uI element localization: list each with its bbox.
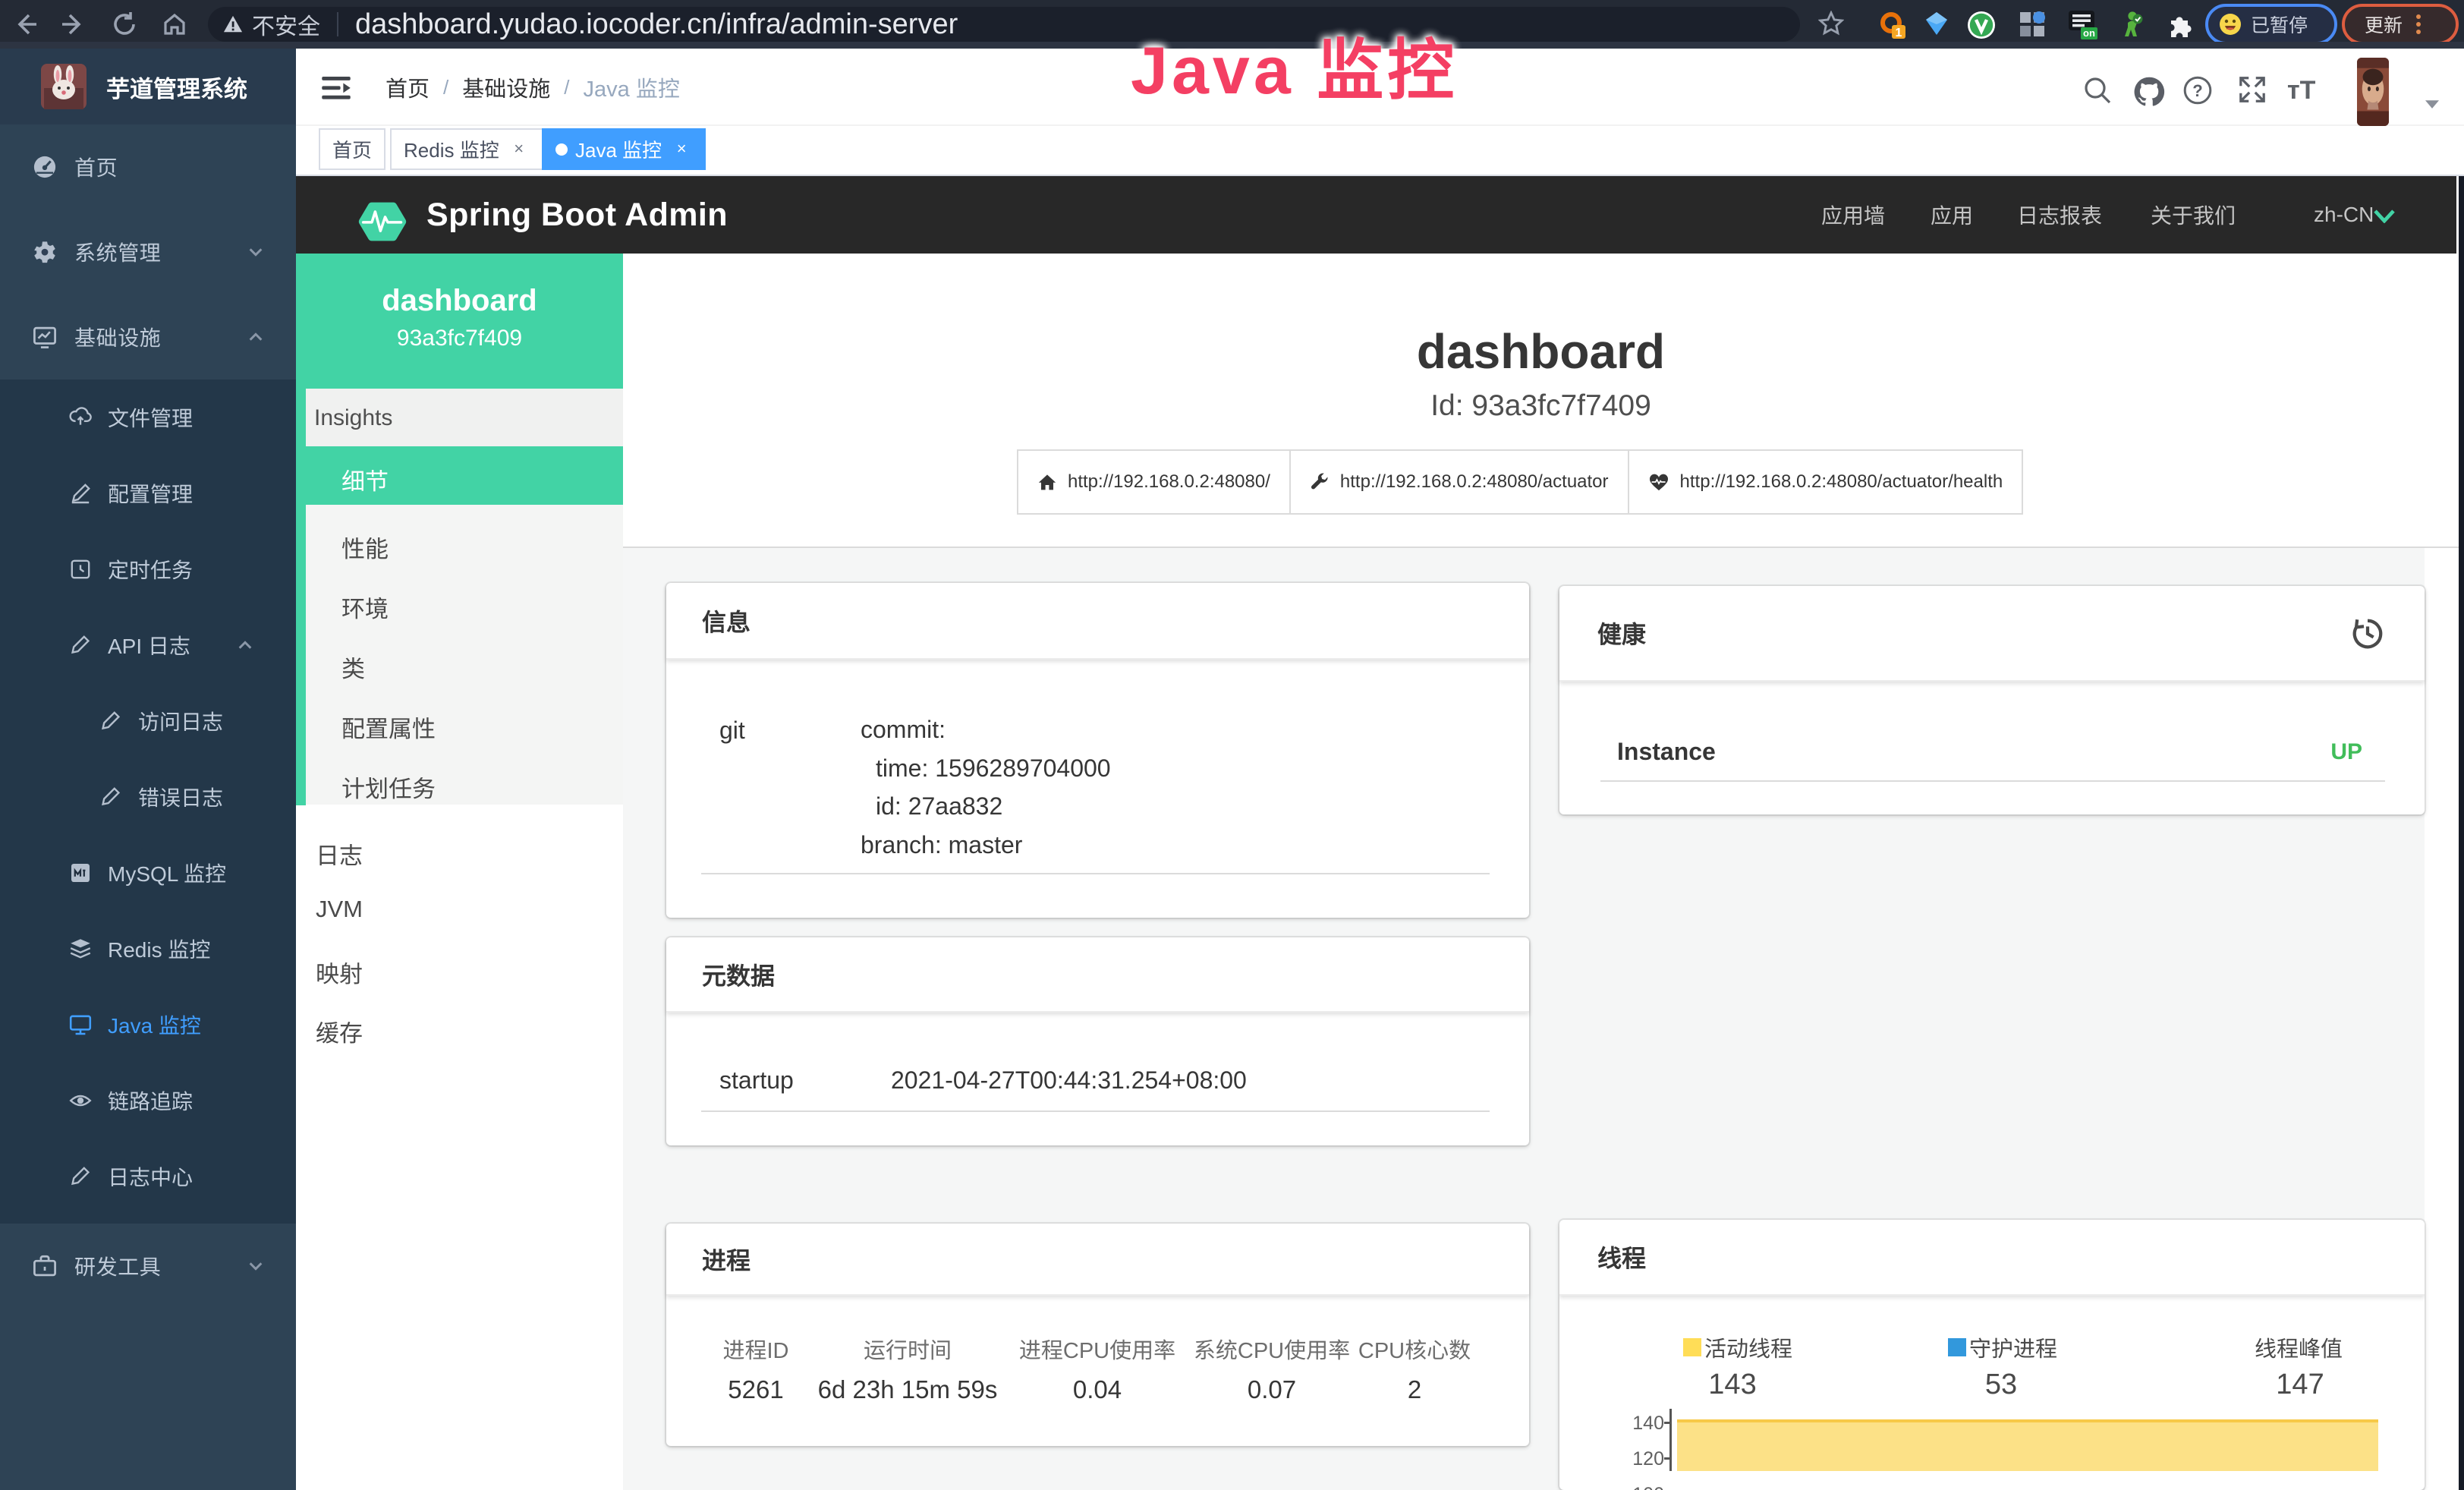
svg-text:?: ? <box>2192 81 2202 100</box>
svg-text:on: on <box>2083 27 2095 39</box>
svg-text:1: 1 <box>1896 27 1902 39</box>
